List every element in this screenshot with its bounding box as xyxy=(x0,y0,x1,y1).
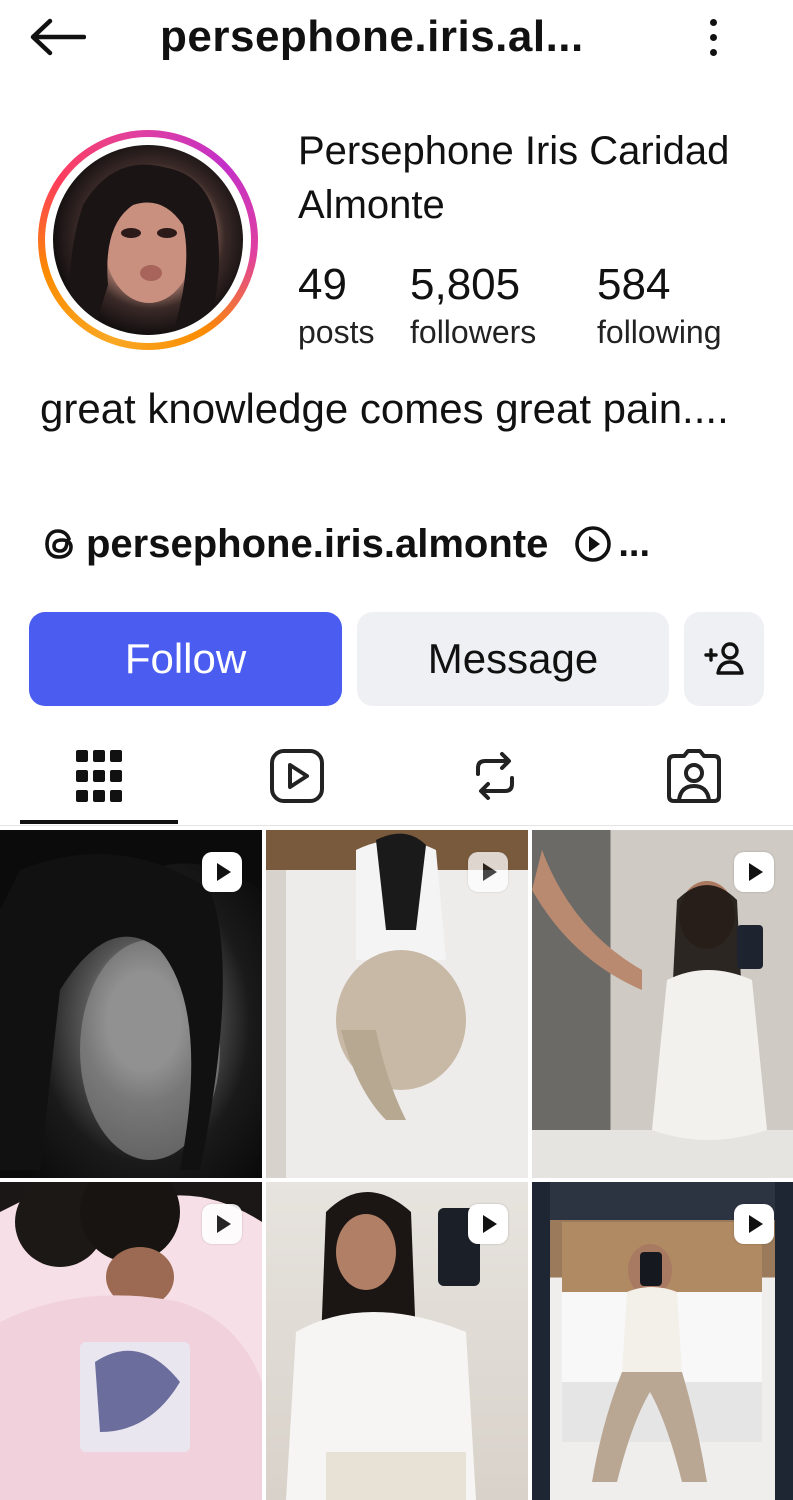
reel-icon xyxy=(734,852,774,892)
more-options-button[interactable] xyxy=(690,12,736,62)
following-label: following xyxy=(597,314,722,350)
back-button[interactable] xyxy=(28,12,92,62)
followers-count: 5,805 xyxy=(410,260,521,309)
dot xyxy=(709,48,717,56)
threads-handle[interactable]: persephone.iris.almonte xyxy=(86,522,548,567)
tagged-icon xyxy=(667,749,721,803)
display-name: Persephone Iris Caridad Almonte xyxy=(298,129,730,227)
post-tile[interactable] xyxy=(266,1182,528,1500)
tab-reposts[interactable] xyxy=(396,728,594,824)
threads-link-row[interactable]: persephone.iris.almonte ... xyxy=(40,516,650,572)
post-tile[interactable] xyxy=(0,1182,262,1500)
post-tile[interactable] xyxy=(532,830,793,1178)
posts-stat[interactable]: 49 posts xyxy=(298,258,374,352)
threads-icon xyxy=(45,529,73,559)
tab-tagged[interactable] xyxy=(595,728,793,824)
story-ring[interactable] xyxy=(38,130,258,350)
followers-stat[interactable]: 5,805 followers xyxy=(410,258,536,352)
reel-icon xyxy=(734,1204,774,1244)
followers-label: followers xyxy=(410,314,537,350)
reel-icon xyxy=(468,1204,508,1244)
message-button[interactable]: Message xyxy=(357,612,669,706)
reel-icon xyxy=(468,852,508,892)
reposts-icon xyxy=(476,752,514,800)
username-title: persephone.iris.al... xyxy=(160,12,584,61)
active-tab-indicator xyxy=(20,820,178,824)
arrow-left-icon xyxy=(30,18,86,56)
grid-icon xyxy=(76,750,122,802)
bio: great knowledge comes great pain.... xyxy=(40,385,729,432)
posts-grid xyxy=(0,830,793,1500)
dot xyxy=(709,33,717,41)
post-tile[interactable] xyxy=(532,1182,793,1500)
suggested-users-button[interactable] xyxy=(684,612,764,706)
more-links[interactable]: ... xyxy=(618,523,650,566)
avatar-border xyxy=(45,137,251,343)
posts-label: posts xyxy=(298,314,375,350)
add-person-icon xyxy=(704,642,744,675)
following-count: 584 xyxy=(597,260,671,309)
avatar xyxy=(53,145,243,335)
play-circle-icon[interactable] xyxy=(574,525,612,563)
reel-icon xyxy=(202,852,242,892)
avatar-photo-art xyxy=(69,164,220,333)
post-tile[interactable] xyxy=(266,830,528,1178)
follow-button[interactable]: Follow xyxy=(29,612,342,706)
post-tile[interactable] xyxy=(0,830,262,1178)
following-stat[interactable]: 584 following xyxy=(597,258,722,352)
tab-posts-grid[interactable] xyxy=(0,728,198,824)
top-bar: persephone.iris.al... xyxy=(0,0,793,80)
dot xyxy=(709,18,717,26)
reel-icon xyxy=(202,1204,242,1244)
tab-reels[interactable] xyxy=(198,728,396,824)
reels-icon xyxy=(270,749,324,803)
profile-tabs xyxy=(0,728,793,826)
posts-count: 49 xyxy=(298,260,347,309)
